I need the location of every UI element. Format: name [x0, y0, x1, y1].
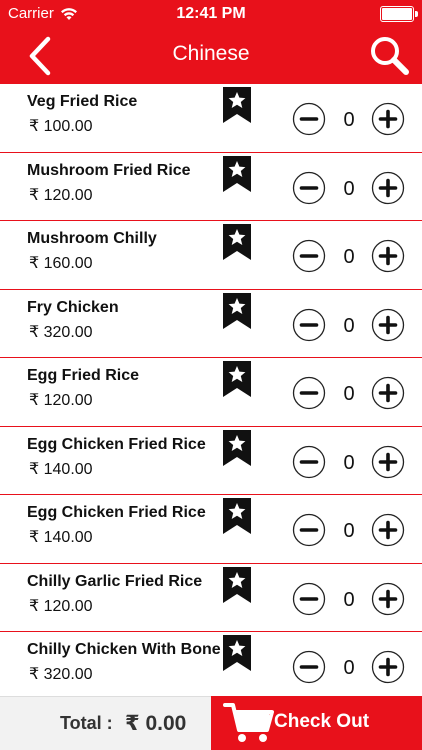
- item-price: ₹ 140.00: [29, 460, 93, 478]
- decrement-button[interactable]: [292, 513, 326, 547]
- bookmark-star-icon[interactable]: [223, 635, 251, 671]
- list-item: Egg Chicken Fried Rice ₹ 140.00 0: [0, 427, 422, 495]
- increment-button[interactable]: [371, 102, 405, 136]
- item-name: Chilly Garlic Fried Rice: [27, 572, 203, 590]
- increment-button[interactable]: [371, 445, 405, 479]
- item-name: Chilly Chicken With Bone: [27, 641, 221, 658]
- list-item: Fry Chicken ₹ 320.00 0: [0, 290, 422, 358]
- item-name: Egg Chicken Fried Rice: [27, 435, 206, 453]
- total-value: ₹ 0.00: [125, 712, 187, 735]
- increment-button[interactable]: [371, 171, 405, 205]
- cart-icon: [223, 703, 274, 742]
- bookmark-star-icon[interactable]: [223, 292, 251, 329]
- checkout-button[interactable]: Check Out: [211, 696, 422, 750]
- increment-button[interactable]: [371, 582, 405, 616]
- quantity-value: 0: [343, 314, 355, 337]
- quantity-value: 0: [343, 383, 355, 405]
- item-name: Fry Chicken: [27, 298, 119, 316]
- nav-bar: Chinese: [0, 28, 422, 84]
- item-price: ₹ 140.00: [29, 529, 93, 546]
- item-name: Egg Chicken Fried Rice: [27, 504, 206, 521]
- item-name: Veg Fried Rice: [27, 93, 138, 110]
- quantity-value: 0: [343, 451, 355, 474]
- decrement-button[interactable]: [292, 308, 326, 342]
- decrement-button[interactable]: [292, 239, 326, 273]
- item-price: ₹ 120.00: [29, 186, 93, 204]
- increment-button[interactable]: [371, 513, 405, 547]
- footer-bar: Total : ₹ 0.00 Check Out: [0, 696, 422, 750]
- decrement-button[interactable]: [292, 582, 326, 616]
- battery-icon: [380, 6, 418, 22]
- list-item: Chilly Garlic Fried Rice ₹ 120.00 0: [0, 564, 422, 632]
- search-icon[interactable]: [368, 34, 410, 76]
- quantity-value: 0: [343, 177, 355, 200]
- item-price: ₹ 100.00: [29, 118, 93, 135]
- decrement-button[interactable]: [292, 171, 326, 205]
- status-bar: Carrier 12:41 PM: [0, 0, 422, 28]
- total-label: Total :: [60, 713, 113, 733]
- bookmark-star-icon[interactable]: [223, 224, 251, 260]
- list-item: Chilly Chicken With Bone ₹ 320.00 0: [0, 632, 422, 696]
- item-name: Mushroom Fried Rice: [27, 161, 191, 179]
- list-item: Egg Chicken Fried Rice ₹ 140.00 0: [0, 495, 422, 564]
- item-name: Mushroom Chilly: [27, 230, 157, 247]
- quantity-value: 0: [343, 109, 355, 131]
- bookmark-star-icon[interactable]: [223, 87, 251, 123]
- bookmark-star-icon[interactable]: [223, 429, 251, 466]
- item-price: ₹ 320.00: [29, 323, 93, 341]
- decrement-button[interactable]: [292, 376, 326, 410]
- bookmark-star-icon[interactable]: [223, 498, 251, 534]
- decrement-button[interactable]: [292, 650, 326, 684]
- item-price: ₹ 120.00: [29, 597, 93, 615]
- clock: 12:41 PM: [176, 5, 246, 22]
- quantity-value: 0: [343, 657, 355, 679]
- bookmark-star-icon[interactable]: [223, 566, 251, 603]
- item-name: Egg Fried Rice: [27, 367, 140, 384]
- quantity-value: 0: [343, 520, 355, 542]
- page-title: Chinese: [172, 42, 250, 65]
- decrement-button[interactable]: [292, 102, 326, 136]
- list-item: Mushroom Fried Rice ₹ 120.00 0: [0, 153, 422, 221]
- item-price: ₹ 120.00: [29, 392, 93, 409]
- total-box: Total : ₹ 0.00: [0, 696, 211, 750]
- increment-button[interactable]: [371, 239, 405, 273]
- list-item: Veg Fried Rice ₹ 100.00 0: [0, 84, 422, 153]
- item-price: ₹ 160.00: [29, 255, 93, 272]
- quantity-value: 0: [343, 246, 355, 268]
- quantity-value: 0: [343, 588, 355, 611]
- increment-button[interactable]: [371, 308, 405, 342]
- list-item: Egg Fried Rice ₹ 120.00 0: [0, 358, 422, 427]
- increment-button[interactable]: [371, 376, 405, 410]
- list-item: Mushroom Chilly ₹ 160.00 0: [0, 221, 422, 290]
- decrement-button[interactable]: [292, 445, 326, 479]
- increment-button[interactable]: [371, 650, 405, 684]
- bookmark-star-icon[interactable]: [223, 361, 251, 397]
- checkout-label: Check Out: [274, 711, 370, 732]
- item-price: ₹ 320.00: [29, 666, 93, 683]
- bookmark-star-icon[interactable]: [223, 155, 251, 192]
- menu-item-list: Veg Fried Rice ₹ 100.00 0 Mushroom Fried Ri…: [0, 84, 422, 696]
